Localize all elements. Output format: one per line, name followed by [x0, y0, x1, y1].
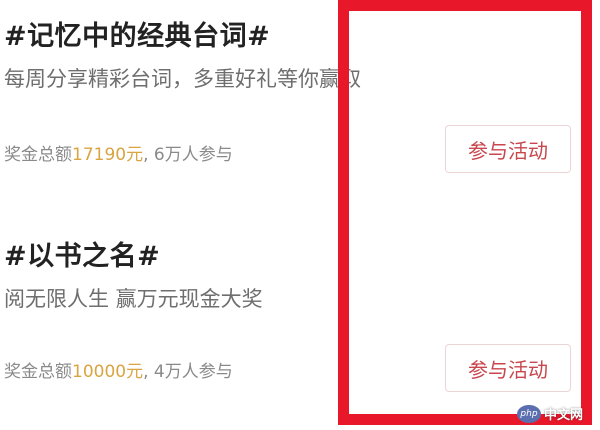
activity-subtitle: 每周分享精彩台词，多重好礼等你赢取	[4, 67, 361, 91]
prize-amount: 17190元	[72, 145, 144, 165]
participant-count: , 4万人参与	[143, 362, 233, 382]
activity-subtitle: 阅无限人生 赢万元现金大奖	[4, 287, 263, 311]
activity-title[interactable]: #以书之名#	[4, 234, 160, 273]
activity-title[interactable]: #记忆中的经典台词#	[4, 14, 270, 53]
activity-meta: 奖金总额17190元, 6万人参与	[4, 140, 233, 165]
join-activity-button[interactable]: 参与活动	[445, 344, 571, 392]
php-logo-icon: php	[517, 404, 541, 423]
prize-amount: 10000元	[72, 362, 144, 382]
prize-label: 奖金总额	[4, 145, 72, 165]
activity-meta: 奖金总额10000元, 4万人参与	[4, 357, 233, 382]
participant-count: , 6万人参与	[143, 145, 233, 165]
watermark-text: 中文网	[544, 408, 584, 423]
site-watermark: php 中文网	[517, 404, 583, 423]
prize-label: 奖金总额	[4, 362, 72, 382]
join-activity-button[interactable]: 参与活动	[445, 125, 571, 173]
